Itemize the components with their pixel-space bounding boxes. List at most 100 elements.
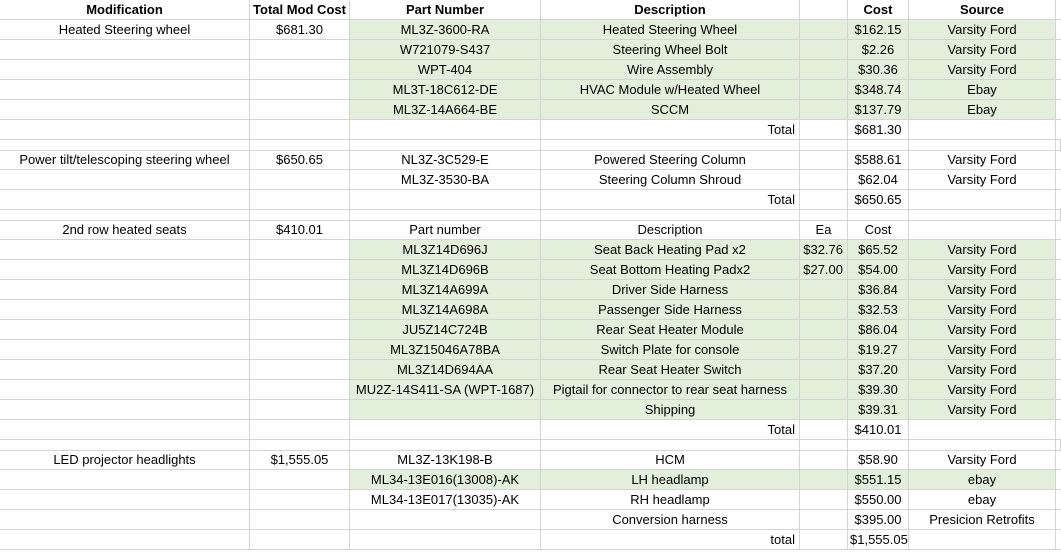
total-label[interactable]: total [541,530,800,550]
empty-cell[interactable] [800,420,848,440]
source-cell[interactable]: Varsity Ford [909,380,1056,400]
each-cost-cell[interactable] [800,170,848,190]
each-cost-cell[interactable] [800,150,848,170]
empty-cell[interactable] [1056,80,1061,100]
cost-cell[interactable]: $137.79 [848,100,909,120]
cost-cell[interactable]: $39.30 [848,380,909,400]
cost-cell[interactable]: $54.00 [848,260,909,280]
description-cell[interactable]: LH headlamp [541,470,800,490]
each-cost-cell[interactable] [800,470,848,490]
total-mod-cost[interactable] [250,280,350,300]
part-number-cell[interactable]: ML3Z14A699A [350,280,541,300]
part-number-cell[interactable]: WPT-404 [350,60,541,80]
empty-cell[interactable] [250,190,350,210]
each-cost-cell[interactable] [800,490,848,510]
source-cell[interactable]: Presicion Retrofits [909,510,1056,530]
empty-cell[interactable] [1056,530,1061,550]
each-cost-cell[interactable] [800,60,848,80]
total-value[interactable]: $410.01 [848,420,909,440]
total-mod-cost[interactable] [250,510,350,530]
cost-cell[interactable]: $551.15 [848,470,909,490]
each-cost-cell[interactable]: $27.00 [800,260,848,280]
source-cell[interactable]: Varsity Ford [909,20,1056,40]
part-number-cell[interactable]: NL3Z-3C529-E [350,150,541,170]
total-mod-cost[interactable] [250,260,350,280]
source-cell[interactable]: Varsity Ford [909,450,1056,470]
description-cell[interactable]: Shipping [541,400,800,420]
total-mod-cost[interactable] [250,490,350,510]
cost-cell[interactable]: $62.04 [848,170,909,190]
description-cell[interactable]: Heated Steering Wheel [541,20,800,40]
empty-cell[interactable] [250,420,350,440]
part-number-cell[interactable]: Part number [350,220,541,240]
empty-cell[interactable] [800,530,848,550]
total-mod-cost[interactable]: $681.30 [250,20,350,40]
source-cell[interactable]: Varsity Ford [909,240,1056,260]
each-cost-cell[interactable] [800,340,848,360]
source-cell[interactable]: Varsity Ford [909,280,1056,300]
part-number-cell[interactable]: JU5Z14C724B [350,320,541,340]
cost-cell[interactable]: $65.52 [848,240,909,260]
part-number-cell[interactable]: ML34-13E016(13008)-AK [350,470,541,490]
each-cost-cell[interactable] [800,510,848,530]
total-mod-cost[interactable] [250,40,350,60]
total-mod-cost[interactable]: $410.01 [250,220,350,240]
part-number-cell[interactable]: ML3Z-3530-BA [350,170,541,190]
modification-name[interactable] [0,490,250,510]
empty-cell[interactable] [1056,420,1061,440]
empty-cell[interactable] [909,530,1056,550]
empty-cell[interactable] [1056,300,1061,320]
total-value[interactable]: $681.30 [848,120,909,140]
source-cell[interactable]: Varsity Ford [909,360,1056,380]
empty-cell[interactable] [1056,170,1061,190]
modification-name[interactable] [0,510,250,530]
part-number-cell[interactable]: MU2Z-14S411-SA (WPT-1687) [350,380,541,400]
description-cell[interactable]: Rear Seat Heater Module [541,320,800,340]
cost-cell[interactable]: $19.27 [848,340,909,360]
empty-cell[interactable] [0,530,250,550]
empty-cell[interactable] [1056,400,1061,420]
part-number-cell[interactable]: ML3Z14D694AA [350,360,541,380]
each-cost-cell[interactable] [800,450,848,470]
empty-cell[interactable] [1056,320,1061,340]
empty-cell[interactable] [1056,40,1061,60]
cost-cell[interactable]: $348.74 [848,80,909,100]
description-cell[interactable]: RH headlamp [541,490,800,510]
cost-cell[interactable]: $2.26 [848,40,909,60]
column-header[interactable] [800,0,848,20]
empty-cell[interactable] [1056,360,1061,380]
description-cell[interactable]: Powered Steering Column [541,150,800,170]
empty-cell[interactable] [250,120,350,140]
source-cell[interactable] [909,220,1056,240]
empty-cell[interactable] [1056,220,1061,240]
empty-cell[interactable] [1056,490,1061,510]
cost-cell[interactable]: $162.15 [848,20,909,40]
part-number-cell[interactable]: ML3T-18C612-DE [350,80,541,100]
modification-name[interactable] [0,360,250,380]
part-number-cell[interactable]: ML3Z-13K198-B [350,450,541,470]
description-cell[interactable]: Switch Plate for console [541,340,800,360]
modification-name[interactable] [0,300,250,320]
each-cost-cell[interactable] [800,380,848,400]
cost-cell[interactable]: $30.36 [848,60,909,80]
empty-cell[interactable] [800,190,848,210]
source-cell[interactable]: Varsity Ford [909,300,1056,320]
total-mod-cost[interactable]: $650.65 [250,150,350,170]
cost-cell[interactable]: $550.00 [848,490,909,510]
description-cell[interactable]: Steering Wheel Bolt [541,40,800,60]
part-number-cell[interactable]: ML3Z14D696J [350,240,541,260]
empty-cell[interactable] [1056,340,1061,360]
total-mod-cost[interactable] [250,240,350,260]
cost-cell[interactable]: $58.90 [848,450,909,470]
each-cost-cell[interactable]: Ea [800,220,848,240]
column-header[interactable]: Part Number [350,0,541,20]
total-mod-cost[interactable] [250,400,350,420]
total-value[interactable]: $1,555.05 [848,530,909,550]
modification-name[interactable] [0,40,250,60]
source-cell[interactable]: ebay [909,470,1056,490]
empty-cell[interactable] [350,120,541,140]
total-label[interactable]: Total [541,420,800,440]
total-mod-cost[interactable] [250,470,350,490]
column-header[interactable]: Description [541,0,800,20]
description-cell[interactable]: SCCM [541,100,800,120]
